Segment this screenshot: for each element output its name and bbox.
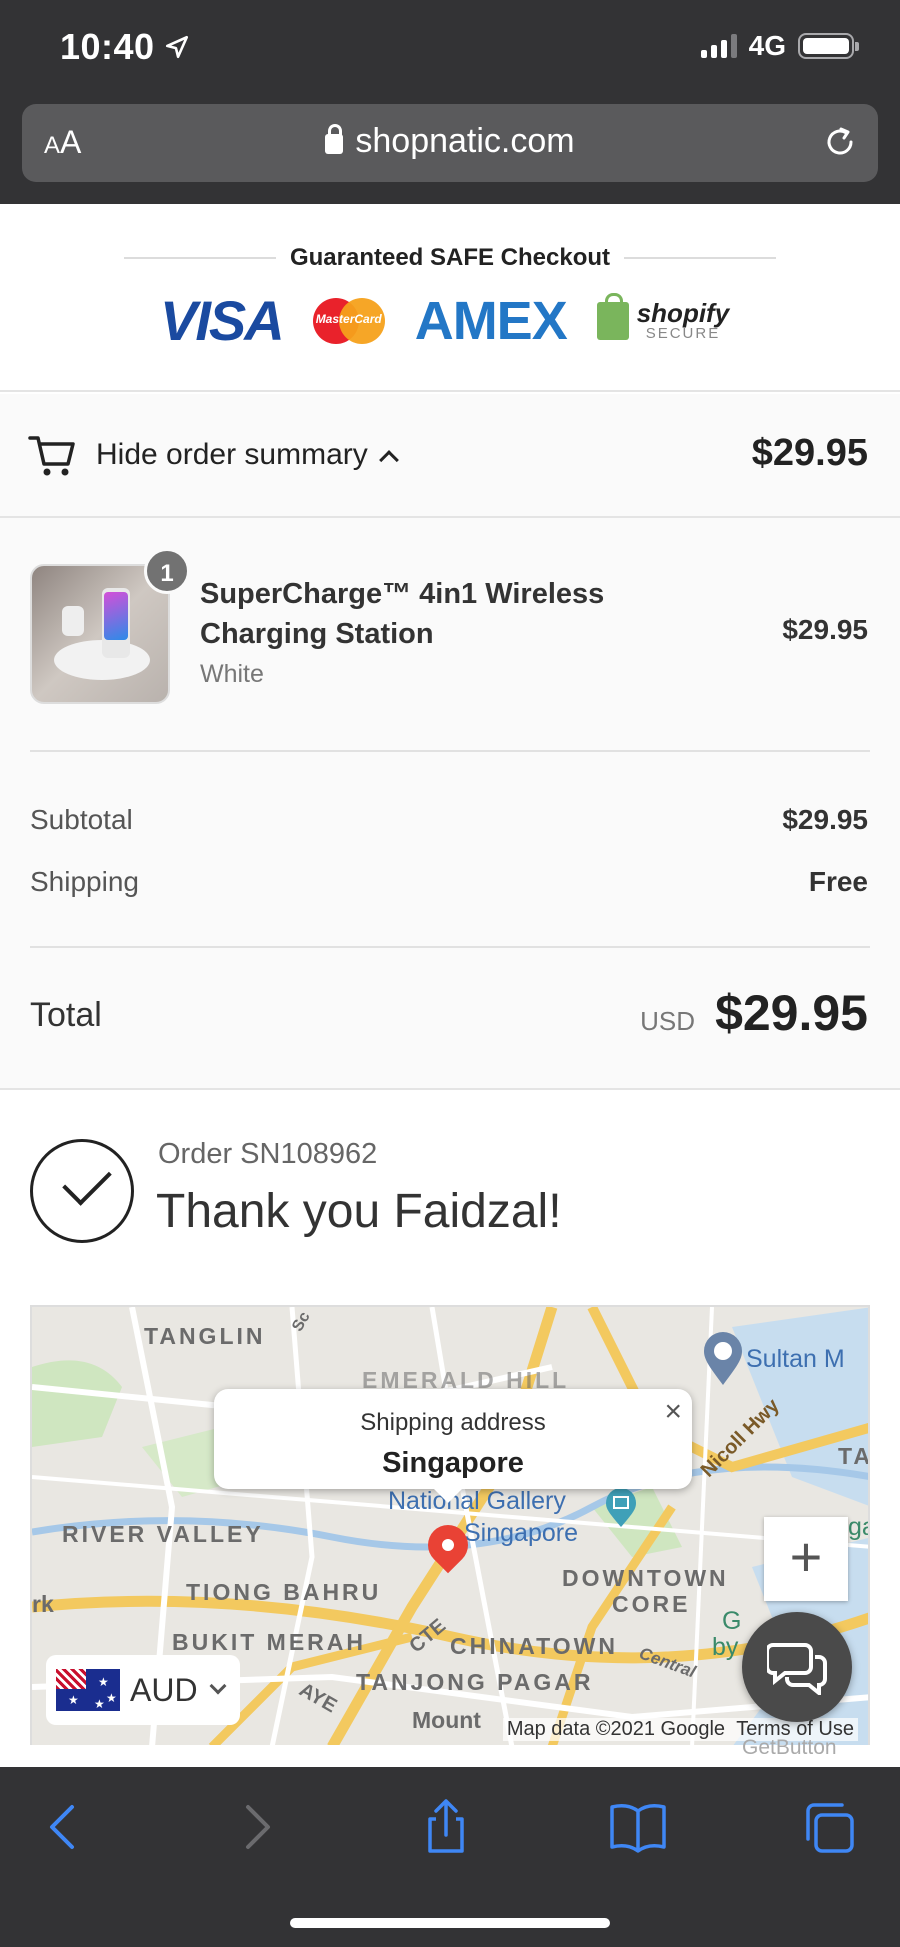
bookmarks-icon[interactable] <box>608 1797 668 1857</box>
chat-widget-button[interactable] <box>742 1612 852 1722</box>
map-label-bukit-merah: BUKIT MERAH <box>172 1629 366 1655</box>
zoom-in-button[interactable]: + <box>764 1517 848 1601</box>
battery-icon <box>798 33 859 59</box>
map-label-park: rk <box>32 1591 54 1617</box>
summary-price: $29.95 <box>751 432 868 474</box>
map-poi-singapore: Singapore <box>464 1519 578 1547</box>
tabs-icon[interactable] <box>800 1797 860 1857</box>
map-label-chinatown: CHINATOWN <box>450 1633 618 1659</box>
map-label-ta: TA <box>838 1443 870 1469</box>
museum-icon <box>606 1489 636 1527</box>
home-indicator[interactable] <box>290 1918 610 1928</box>
subtotal-label: Subtotal <box>30 804 133 835</box>
map-label-river-valley: RIVER VALLEY <box>62 1521 264 1547</box>
url-display[interactable]: shopnatic.com <box>22 122 878 161</box>
location-arrow-icon <box>165 35 189 59</box>
share-icon[interactable] <box>416 1797 476 1857</box>
address-bar[interactable]: AA shopnatic.com <box>22 104 878 182</box>
map-label-tiong-bahru: TIONG BAHRU <box>186 1579 382 1605</box>
chevron-up-icon <box>378 450 399 470</box>
map-pin-icon <box>704 1332 742 1385</box>
total-amount: USD $29.95 <box>640 984 868 1042</box>
cart-icon <box>28 436 75 476</box>
forward-icon[interactable] <box>226 1797 286 1857</box>
shipping-label: Shipping <box>30 866 139 897</box>
quantity-badge: 1 <box>144 548 190 594</box>
map-label-tanglin: TANGLIN <box>144 1323 266 1349</box>
map-label-downtown: DOWNTOWN <box>562 1565 729 1591</box>
total-currency: USD <box>640 1006 696 1036</box>
trust-badge-title: Guaranteed SAFE Checkout <box>289 244 611 271</box>
browser-chrome: 10:40 4G AA shopnatic.com <box>0 0 900 204</box>
payment-logos: VISA MasterCard AMEX shopify SECURE <box>160 288 729 353</box>
amex-logo: AMEX <box>414 290 568 351</box>
currency-value: AUD <box>130 1671 198 1708</box>
shipping-address-popup: Shipping address Singapore × <box>214 1389 692 1503</box>
checkmark-circle-icon <box>30 1139 134 1243</box>
divider <box>30 946 870 948</box>
product-name: SuperCharge™ 4in1 Wireless Charging Stat… <box>200 578 605 650</box>
map-label-mount: Mount <box>412 1707 481 1733</box>
chat-bubbles-icon <box>767 1643 827 1695</box>
product-variant: White <box>200 660 264 688</box>
thank-you-heading: Thank you Faidzal! <box>156 1185 562 1238</box>
status-time: 10:40 <box>60 26 155 67</box>
map-poi-ga: ga <box>848 1513 868 1541</box>
map-poi-national-gallery: National Gallery <box>388 1487 566 1515</box>
total-value: $29.95 <box>715 985 868 1041</box>
map-poi-g: G <box>722 1607 742 1635</box>
getbutton-credit: GetButton <box>742 1736 837 1759</box>
network-label: 4G <box>748 30 786 61</box>
order-summary-toggle[interactable]: Hide order summary $29.95 <box>0 394 900 518</box>
mastercard-logo: MasterCard <box>312 297 385 344</box>
map-poi-by: by <box>712 1633 739 1661</box>
url-text: shopnatic.com <box>355 122 575 160</box>
signal-icon <box>700 34 737 58</box>
popup-title: Shipping address <box>360 1409 546 1436</box>
chevron-down-icon <box>209 1677 227 1695</box>
map-label-tanjong-pagar: TANJONG PAGAR <box>356 1669 594 1695</box>
map-poi-sultan: Sultan M <box>746 1345 845 1373</box>
close-icon[interactable]: × <box>664 1395 682 1429</box>
trust-badge-section: Guaranteed SAFE Checkout VISA MasterCard… <box>0 204 900 392</box>
reload-icon[interactable] <box>822 124 858 160</box>
map-label-core: CORE <box>612 1591 691 1617</box>
lock-icon <box>325 124 344 154</box>
total-label: Total <box>30 996 102 1034</box>
subtotal-value: $29.95 <box>782 804 868 835</box>
shipping-value: Free <box>808 866 868 897</box>
order-summary: 1 SuperCharge™ 4in1 Wireless Charging St… <box>0 518 900 1090</box>
shopify-secure-logo: shopify SECURE <box>596 292 729 341</box>
order-number: Order SN108962 <box>158 1138 378 1170</box>
australia-flag-icon: ★ ★ ★ ★ <box>56 1669 120 1711</box>
divider <box>30 750 870 752</box>
popup-location: Singapore <box>382 1447 524 1479</box>
back-icon[interactable] <box>34 1797 94 1857</box>
product-price: $29.95 <box>782 614 868 645</box>
toggle-summary-label[interactable]: Hide order summary <box>96 438 399 472</box>
visa-logo: VISA <box>160 289 285 352</box>
status-indicators: 4G <box>700 30 859 62</box>
shopify-bag-icon <box>596 292 629 340</box>
currency-selector[interactable]: ★ ★ ★ ★ AUD <box>46 1655 240 1725</box>
